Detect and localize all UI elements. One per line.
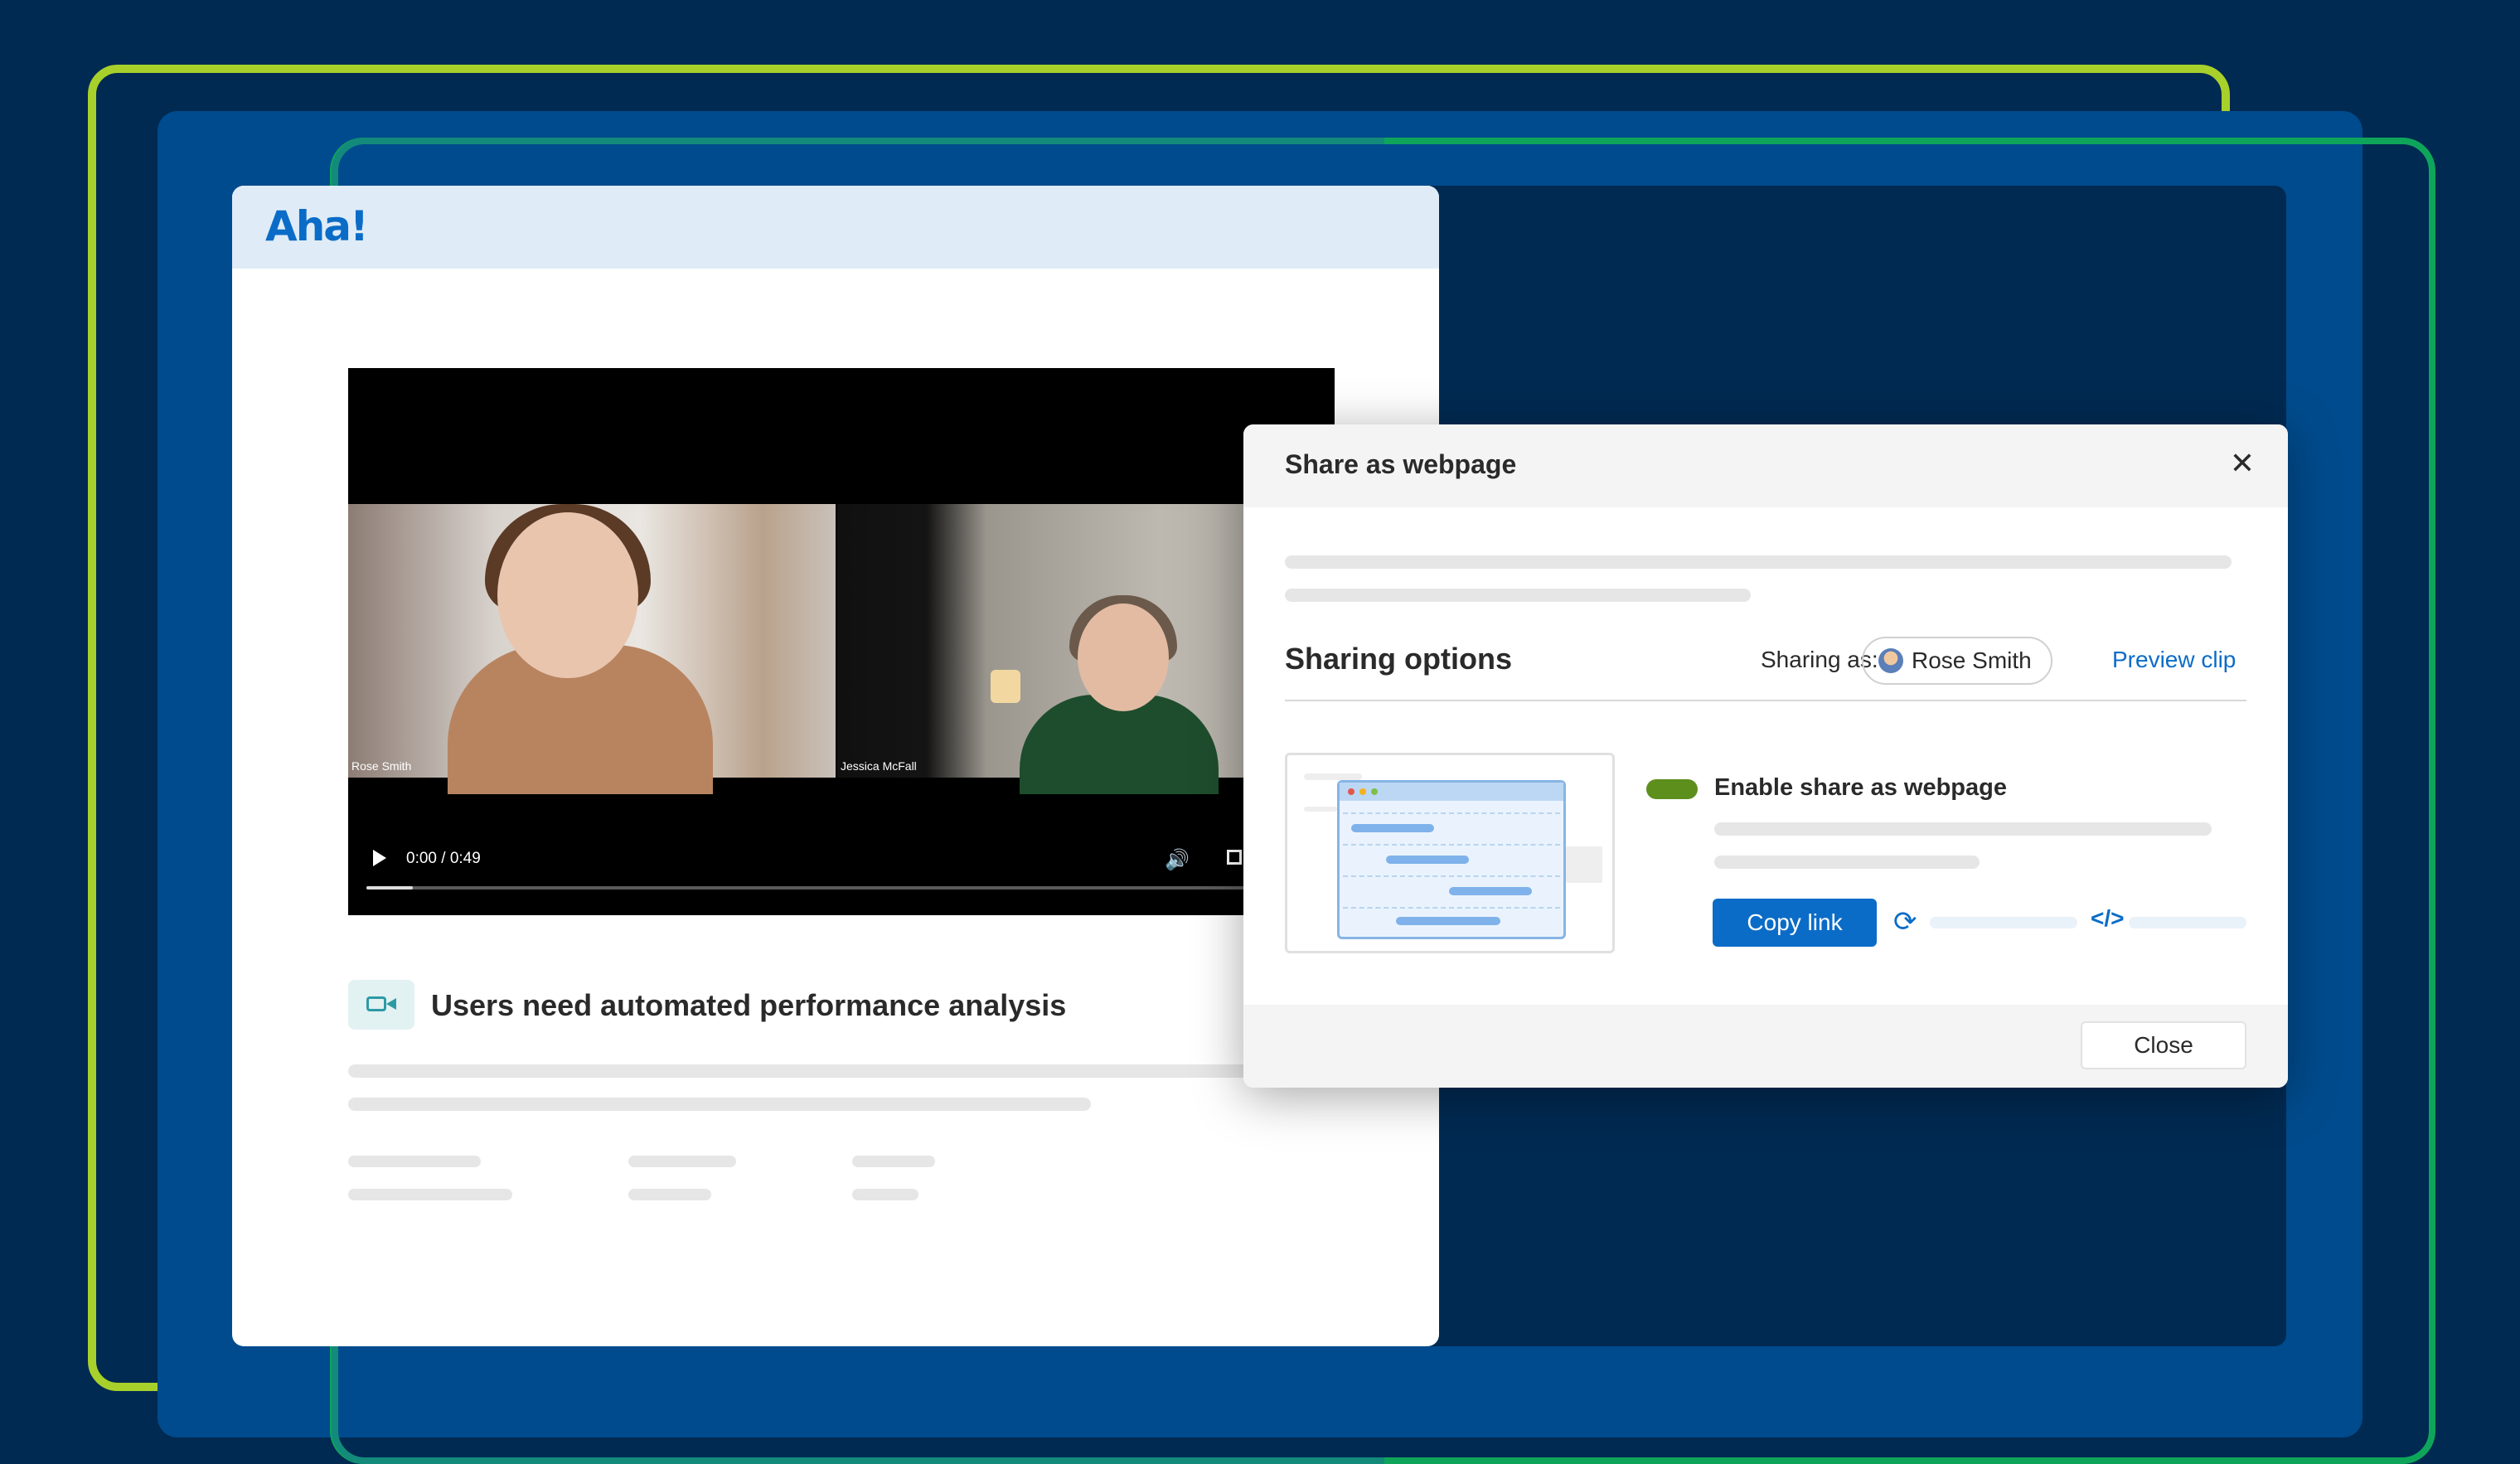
illustration-row-line [1343,907,1560,909]
dialog-header: Share as webpage ✕ [1243,424,2288,507]
dialog-title: Share as webpage [1285,449,1517,479]
divider [1285,700,2246,701]
video-camera-icon [348,980,414,1030]
placeholder-line [348,1156,481,1167]
window-dot [1359,788,1366,795]
share-webpage-dialog: Share as webpage ✕ Sharing options Shari… [1243,424,2288,1088]
video-controls: 0:00 / 0:49 🔊 [348,836,1335,903]
illustration-row-line [1343,812,1560,814]
webpage-preview-illustration [1285,753,1615,953]
user-chip[interactable]: Rose Smith [1862,637,2052,685]
user-name: Rose Smith [1912,647,2032,673]
participant-name: Rose Smith [351,759,412,773]
close-icon[interactable]: ✕ [2230,446,2255,481]
placeholder-line [348,1098,1091,1111]
fullscreen-icon[interactable] [1227,850,1242,865]
placeholder-line [852,1189,918,1200]
copy-link-button[interactable]: Copy link [1713,899,1877,947]
participant-figure [497,512,638,678]
volume-icon[interactable]: 🔊 [1165,848,1190,872]
refresh-icon[interactable]: ⟳ [1893,905,1917,938]
video-tile-rose: Rose Smith [348,504,836,794]
placeholder-block [1566,846,1602,883]
enable-share-toggle[interactable] [1646,779,1698,799]
illustration-bar [1396,917,1500,925]
video-player[interactable]: Rose Smith Jessica McFall 0:00 / 0:49 🔊 [348,368,1335,915]
window-dot [1348,788,1354,795]
placeholder-line [1285,555,2232,569]
sharing-options-title: Sharing options [1285,642,1512,676]
placeholder-line [348,1064,1260,1078]
placeholder-line [348,1189,512,1200]
video-progress-fill [366,886,413,890]
illustration-title-bar [1340,783,1563,801]
illustration-row-line [1343,844,1560,846]
illustration-window [1337,780,1566,939]
illustration-row-line [1343,875,1560,877]
video-time: 0:00 / 0:49 [406,850,481,867]
camera-body-shape [366,996,386,1011]
preview-clip-link[interactable]: Preview clip [2112,647,2236,673]
sharing-as-label: Sharing as: [1761,647,1878,672]
placeholder-line [1714,822,2212,836]
placeholder-line [1714,856,1980,869]
placeholder-line [628,1156,736,1167]
play-icon[interactable] [373,850,386,866]
aha-logo: Aha! [265,202,369,250]
participant-figure [1078,604,1169,711]
link-placeholder [1930,917,2077,928]
placeholder-line [1304,773,1362,780]
avatar [1878,648,1903,673]
code-embed-icon[interactable]: </> [2091,905,2124,932]
participant-name: Jessica McFall [841,759,917,773]
close-button[interactable]: Close [2081,1021,2246,1069]
illustration-bar [1449,887,1532,895]
lamp-figure [991,670,1020,703]
enable-share-label: Enable share as webpage [1714,774,2007,801]
placeholder-line [628,1189,711,1200]
video-progress-bar[interactable] [366,886,1295,890]
camera-lens-shape [386,998,396,1010]
illustration-bar [1351,824,1434,832]
embed-placeholder [2129,917,2246,928]
placeholder-line [1285,589,1751,602]
placeholder-line [1304,807,1337,812]
app-header: Aha! [232,186,1439,269]
placeholder-line [852,1156,935,1167]
window-dot [1371,788,1378,795]
note-title: Users need automated performance analysi… [431,988,1067,1022]
illustration-bar [1386,856,1469,864]
